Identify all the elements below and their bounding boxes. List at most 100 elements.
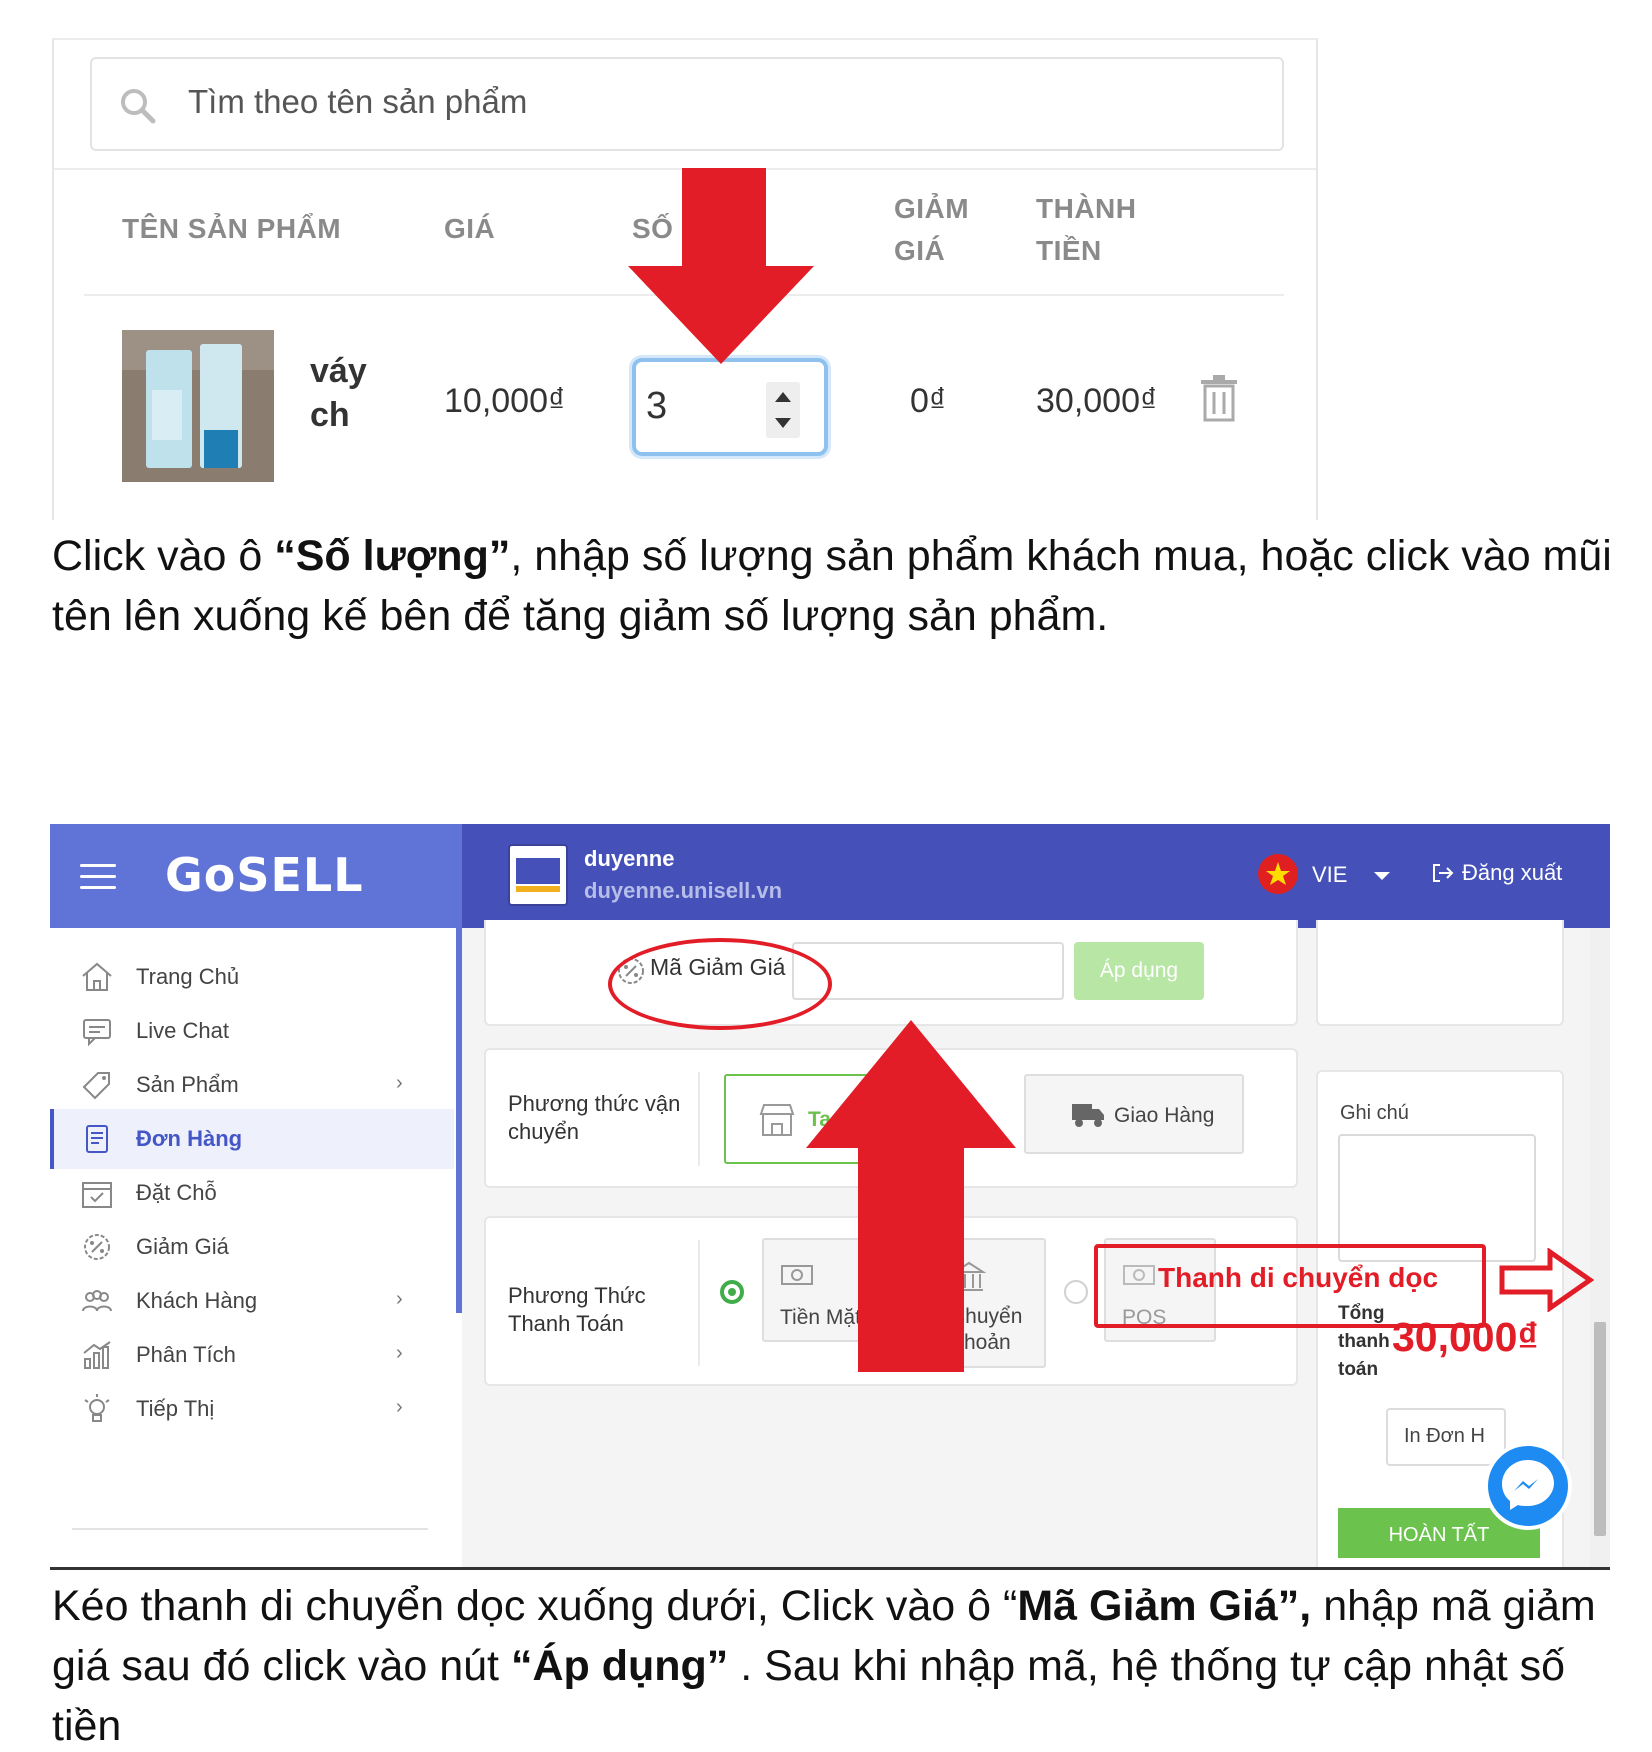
sidebar-item-products[interactable]: Sản Phẩm › xyxy=(50,1055,454,1115)
quantity-stepper[interactable] xyxy=(632,358,828,456)
apply-button[interactable]: Áp dụng xyxy=(1074,942,1204,1000)
sidebar-item-marketing[interactable]: Tiếp Thị › xyxy=(50,1379,454,1439)
sidebar-item-label: Sản Phẩm xyxy=(136,1072,239,1097)
caption-emphasis: Mã Giảm Giá”, xyxy=(1017,1582,1312,1630)
logout-icon xyxy=(1433,864,1454,882)
instruction-caption-1: Click vào ô “Số lượng”, nhập số lượng sả… xyxy=(52,526,1612,646)
marketing-icon xyxy=(84,1394,110,1422)
coupon-input[interactable] xyxy=(792,942,1064,1000)
top-bar: duyenne duyenne.unisell.vn VIE Đăng xuất xyxy=(462,824,1610,928)
sidebar-item-live-chat[interactable]: Live Chat xyxy=(50,1001,454,1061)
store-url[interactable]: duyenne.unisell.vn xyxy=(584,878,782,904)
side-card xyxy=(1316,920,1564,1026)
logout-label: Đăng xuất xyxy=(1462,860,1563,885)
product-search-box[interactable]: Tìm theo tên sản phẩm xyxy=(90,57,1284,151)
product-name-line2: ch xyxy=(310,396,350,434)
caption-text: Kéo thanh di chuyển dọc xuống dưới, Clic… xyxy=(52,1582,1018,1630)
caption-text: Click vào ô xyxy=(52,532,275,580)
customers-icon xyxy=(82,1290,112,1312)
product-discount: 0₫ xyxy=(910,382,947,420)
product-table-screenshot: Tìm theo tên sản phẩm TÊN SẢN PHẨM GIÁ S… xyxy=(52,38,1318,520)
language-selector[interactable]: VIE xyxy=(1312,862,1347,888)
sidebar-item-label: Tiếp Thị xyxy=(136,1396,215,1421)
col-price: GIÁ xyxy=(444,213,496,244)
annotation-circle xyxy=(608,938,832,1030)
tag-icon xyxy=(82,1072,110,1100)
sidebar-item-label: Giảm Giá xyxy=(136,1234,229,1259)
col-total-line2: TIỀN xyxy=(1036,235,1102,266)
checkout-screenshot: GoSELL duyenne duyenne.unisell.vn VIE Đă… xyxy=(50,824,1610,1570)
trash-icon[interactable] xyxy=(1199,374,1239,422)
discount-icon xyxy=(84,1234,110,1260)
product-total: 30,000₫ xyxy=(1036,382,1158,420)
calendar-icon xyxy=(82,1182,112,1208)
divider xyxy=(698,1240,700,1366)
product-thumbnail xyxy=(122,330,274,482)
sidebar-item-label: Phân Tích xyxy=(136,1342,236,1367)
instruction-caption-2: Kéo thanh di chuyển dọc xuống dưới, Clic… xyxy=(52,1576,1612,1752)
sidebar-accent xyxy=(456,928,462,1313)
messenger-icon[interactable] xyxy=(1484,1442,1572,1530)
arrow-down-icon[interactable] xyxy=(775,418,791,428)
note-label: Ghi chú xyxy=(1340,1102,1409,1124)
arrow-up-icon[interactable] xyxy=(775,392,791,402)
annotation-arrow-up xyxy=(806,1020,1016,1372)
sidebar-item-label: Khách Hàng xyxy=(136,1288,258,1313)
payment-radio-cash[interactable] xyxy=(720,1280,744,1304)
sidebar-item-customers[interactable]: Khách Hàng › xyxy=(50,1271,454,1331)
shipping-option-delivery[interactable]: Giao Hàng xyxy=(1024,1074,1244,1154)
note-textarea[interactable] xyxy=(1338,1134,1536,1262)
shipping-label: Phương thức vận chuyển xyxy=(508,1091,681,1144)
quantity-spinner[interactable] xyxy=(766,382,800,438)
hamburger-icon[interactable] xyxy=(80,864,116,890)
payment-radio-pos[interactable] xyxy=(1064,1280,1088,1304)
annotation-arrow-down xyxy=(628,168,814,364)
store-name: duyenne xyxy=(584,846,675,871)
chevron-right-icon: › xyxy=(396,1396,403,1418)
col-product-name: TÊN SẢN PHẨM xyxy=(122,213,342,244)
sidebar-item-orders[interactable]: Đơn Hàng xyxy=(50,1109,454,1169)
col-total-line1: THÀNH xyxy=(1036,193,1137,224)
sidebar-item-label: Trang Chủ xyxy=(136,964,240,989)
store-icon xyxy=(759,1104,795,1136)
quantity-input[interactable] xyxy=(646,372,746,440)
sidebar-item-booking[interactable]: Đặt Chỗ xyxy=(50,1163,454,1223)
sidebar: Trang Chủ Live Chat Sản Phẩm › Đơn Hàng … xyxy=(50,928,462,1567)
sidebar-item-analytics[interactable]: Phân Tích › xyxy=(50,1325,454,1385)
chevron-right-icon: › xyxy=(396,1342,403,1364)
chevron-right-icon: › xyxy=(396,1288,403,1310)
annotation-label: Thanh di chuyển dọc xyxy=(1158,1262,1439,1293)
total-label: toán xyxy=(1338,1359,1379,1380)
order-icon xyxy=(86,1125,108,1153)
product-name-line1: váy xyxy=(310,352,367,390)
store-logo xyxy=(508,844,568,906)
divider xyxy=(72,1528,428,1530)
caption-emphasis: “Áp dụng” xyxy=(510,1642,729,1690)
brand-logo: GoSELL xyxy=(165,848,364,902)
truck-icon xyxy=(1072,1104,1104,1127)
chevron-right-icon: › xyxy=(396,1072,403,1094)
divider xyxy=(698,1072,700,1166)
chevron-down-icon[interactable] xyxy=(1374,872,1390,880)
sidebar-item-label: Đơn Hàng xyxy=(136,1126,243,1151)
scrollbar-thumb[interactable] xyxy=(1594,1322,1606,1536)
col-discount-line2: GIÁ xyxy=(894,235,946,266)
home-icon xyxy=(82,962,112,991)
search-icon xyxy=(121,89,156,124)
coupon-card: Mã Giảm Giá Áp dụng xyxy=(484,920,1298,1026)
shipping-option-label: Giao Hàng xyxy=(1114,1104,1215,1127)
chat-icon xyxy=(83,1019,111,1047)
col-discount-line1: GIẢM xyxy=(894,193,970,224)
payment-label: Phương Thức Thanh Toán xyxy=(508,1283,646,1336)
annotation-arrow-right xyxy=(1499,1248,1594,1312)
product-price: 10,000₫ xyxy=(444,382,566,420)
sidebar-item-label: Đặt Chỗ xyxy=(136,1180,217,1205)
sidebar-header: GoSELL xyxy=(50,824,462,928)
vietnam-flag-icon xyxy=(1258,854,1298,894)
sidebar-item-discounts[interactable]: Giảm Giá xyxy=(50,1217,454,1277)
sidebar-item-label: Live Chat xyxy=(136,1018,229,1043)
logout-button[interactable]: Đăng xuất xyxy=(1432,860,1562,886)
caption-emphasis: “Số lượng” xyxy=(274,532,511,580)
search-placeholder: Tìm theo tên sản phẩm xyxy=(188,83,528,120)
sidebar-item-home[interactable]: Trang Chủ xyxy=(50,947,454,1007)
